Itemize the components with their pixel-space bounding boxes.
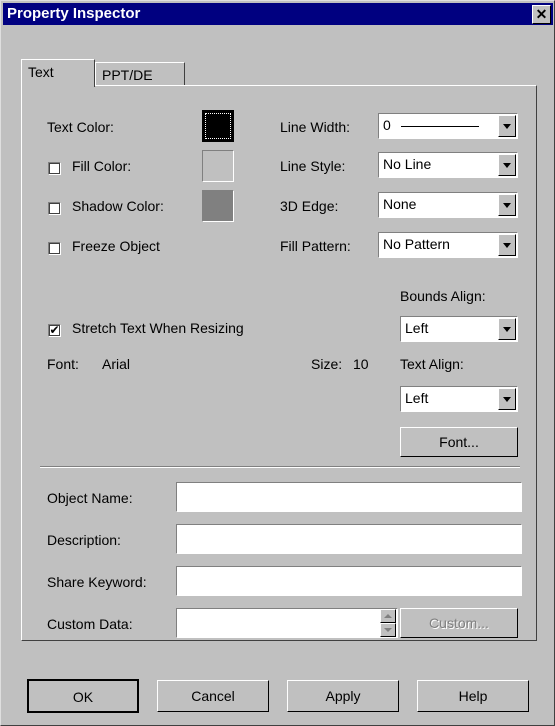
share-keyword-input[interactable]: [176, 566, 522, 596]
custom-button-label: Custom...: [429, 615, 489, 631]
bounds-align-value: Left: [405, 320, 429, 336]
chevron-down-icon[interactable]: [498, 115, 516, 137]
bounds-align-dropdown[interactable]: Left: [400, 316, 518, 342]
chevron-down-icon[interactable]: [498, 318, 516, 340]
text-color-swatch[interactable]: [202, 110, 234, 142]
ok-button[interactable]: OK: [27, 679, 139, 713]
divider: [40, 466, 520, 468]
fill-color-label: Fill Color:: [72, 158, 132, 174]
fill-pattern-dropdown[interactable]: No Pattern: [378, 232, 518, 258]
cancel-button-label: Cancel: [191, 688, 235, 704]
fill-pattern-value: No Pattern: [383, 236, 450, 252]
apply-button[interactable]: Apply: [287, 680, 399, 712]
shadow-color-label: Shadow Color:: [72, 198, 164, 214]
custom-data-label: Custom Data:: [47, 616, 133, 632]
line-style-dropdown[interactable]: No Line: [378, 152, 518, 178]
freeze-object-checkbox[interactable]: [48, 242, 61, 255]
check-icon: ✔: [49, 323, 60, 337]
line-width-dropdown[interactable]: 0: [378, 113, 518, 139]
chevron-down-icon[interactable]: [498, 388, 516, 410]
fill-color-swatch[interactable]: [202, 150, 234, 182]
fill-pattern-label: Fill Pattern:: [280, 238, 351, 254]
3d-edge-label: 3D Edge:: [280, 198, 339, 214]
custom-button[interactable]: Custom...: [400, 608, 518, 638]
shadow-color-checkbox[interactable]: [48, 202, 61, 215]
line-width-value: 0: [383, 117, 391, 133]
tab-ppt-de-label: PPT/DE: [102, 67, 153, 83]
close-icon: ✕: [535, 6, 548, 22]
stretch-text-label: Stretch Text When Resizing: [72, 320, 244, 336]
line-style-value: No Line: [383, 156, 432, 172]
line-width-preview: [401, 126, 479, 127]
font-label: Font:: [47, 356, 79, 372]
freeze-object-label: Freeze Object: [72, 238, 160, 254]
text-align-value: Left: [405, 390, 429, 406]
tab-panel-text: Text Color: Fill Color: Shadow Color: Fr…: [21, 85, 537, 641]
shadow-color-swatch[interactable]: [202, 190, 234, 222]
spin-up-icon[interactable]: [380, 609, 396, 623]
text-align-label: Text Align:: [400, 356, 464, 372]
custom-data-input[interactable]: [176, 608, 398, 638]
3d-edge-value: None: [383, 196, 417, 212]
help-button-label: Help: [458, 688, 488, 704]
description-input[interactable]: [176, 524, 522, 554]
bounds-align-label: Bounds Align:: [400, 288, 486, 304]
cancel-button[interactable]: Cancel: [157, 680, 269, 712]
window-title: Property Inspector: [7, 5, 141, 22]
font-name: Arial: [102, 356, 131, 372]
tab-ppt-de[interactable]: PPT/DE: [95, 62, 185, 85]
tab-text-label: Text: [28, 64, 54, 80]
line-width-label: Line Width:: [280, 119, 351, 135]
3d-edge-dropdown[interactable]: None: [378, 192, 518, 218]
size-value: 10: [353, 356, 369, 372]
text-color-label: Text Color:: [47, 119, 114, 135]
title-bar[interactable]: Property Inspector ✕: [3, 3, 553, 25]
font-button[interactable]: Font...: [400, 427, 518, 457]
close-button[interactable]: ✕: [532, 5, 551, 24]
chevron-down-icon[interactable]: [498, 154, 516, 176]
object-name-input[interactable]: [176, 482, 522, 512]
chevron-down-icon[interactable]: [498, 234, 516, 256]
tab-text[interactable]: Text: [21, 59, 95, 87]
chevron-down-icon[interactable]: [498, 194, 516, 216]
property-inspector-window: Property Inspector ✕ Text PPT/DE Text Co…: [0, 0, 555, 726]
object-name-label: Object Name:: [47, 490, 133, 506]
text-align-dropdown[interactable]: Left: [400, 386, 518, 412]
font-button-label: Font...: [439, 434, 479, 450]
spin-down-icon[interactable]: [380, 623, 396, 637]
stretch-text-checkbox[interactable]: ✔: [48, 324, 61, 337]
description-label: Description:: [47, 532, 121, 548]
fill-color-checkbox[interactable]: [48, 162, 61, 175]
ok-button-label: OK: [72, 689, 94, 705]
share-keyword-label: Share Keyword:: [47, 574, 147, 590]
line-style-label: Line Style:: [280, 158, 346, 174]
help-button[interactable]: Help: [417, 680, 529, 712]
apply-button-label: Apply: [325, 688, 361, 704]
size-label: Size:: [311, 356, 343, 372]
